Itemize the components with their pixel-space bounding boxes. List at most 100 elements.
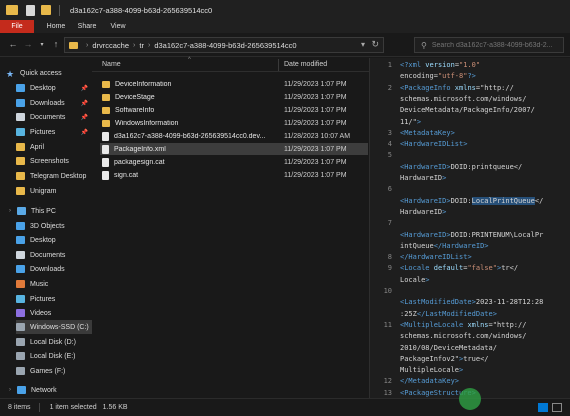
drive-icon [16,323,25,331]
properties-icon[interactable] [26,4,35,16]
3d-objects-icon [16,222,25,230]
sidebar-item-documents-pc[interactable]: Documents [16,248,92,262]
search-icon: ⚲ [421,40,427,50]
new-folder-icon[interactable] [41,5,51,15]
status-separator [38,403,40,412]
sidebar-item-label: Desktop [30,84,56,92]
column-date-modified[interactable]: Date modified [284,61,327,68]
sidebar-item-local-disk-e[interactable]: Local Disk (E:) [16,349,92,363]
file-date: 11/29/2023 1:07 PM [284,158,347,166]
sidebar-item-local-disk-d[interactable]: Local Disk (D:) [16,335,92,349]
tab-file[interactable]: File [0,20,34,33]
sidebar-item-network[interactable]: › Network [6,383,92,397]
code-line: HardwareID> [400,174,447,182]
tab-view[interactable]: View [104,20,132,33]
code-line: 2010/08/DeviceMetadata/ [400,343,497,352]
catalog-file-icon [102,170,109,180]
sidebar-item-quick-access[interactable]: ★ Quick access [6,66,92,80]
chevron-right-icon[interactable]: › [86,42,88,49]
chevron-right-icon[interactable]: › [133,42,135,49]
code-line: <Locale default="false">tr</ [400,264,519,273]
file-row[interactable]: WindowsInformation 11/29/2023 1:07 PM [100,117,368,129]
sidebar-item-pictures[interactable]: Pictures 📌 [16,125,92,139]
pictures-icon [16,295,25,303]
chevron-right-icon[interactable]: › [6,208,14,214]
file-row[interactable]: sign.cat 11/29/2023 1:07 PM [100,169,368,181]
line-number: 7 [387,219,392,228]
code-line: MultipleLocale> [400,366,464,375]
file-date: 11/29/2023 1:07 PM [284,106,347,114]
code-line: <?xml version="1.0" [400,61,481,69]
sidebar-item-desktop-pc[interactable]: Desktop [16,233,92,247]
breadcrumb-item[interactable]: tr [139,41,144,50]
breadcrumb[interactable]: › drvrccache › tr › d3a162c7-a388-4099-b… [64,37,384,53]
column-divider[interactable] [278,59,279,71]
code-line: 11/"> [400,117,422,126]
xml-file-icon [102,144,109,154]
item-count: 8 items [8,404,31,411]
file-row[interactable]: DeviceStage 11/29/2023 1:07 PM [100,91,368,103]
sidebar-item-documents[interactable]: Documents 📌 [16,110,92,124]
chevron-right-icon[interactable]: › [6,387,14,393]
sidebar-item-label: Quick access [20,69,62,77]
line-number: 10 [383,287,392,295]
file-name: packagesign.cat [114,158,165,166]
sidebar-item-label: Documents [30,113,66,121]
file-row[interactable]: packagesign.cat 11/29/2023 1:07 PM [100,156,368,168]
sidebar-item-downloads[interactable]: Downloads 📌 [16,96,92,110]
column-name[interactable]: Name [102,61,121,68]
file-row[interactable]: SoftwareInfo 11/29/2023 1:07 PM [100,104,368,116]
breadcrumb-item[interactable]: drvrccache [92,41,129,50]
code-line: <HardwareID>DOID:LocalPrintQueue</ [400,196,544,205]
folder-icon [102,80,110,88]
sidebar-item-label: Games (F:) [30,367,66,375]
documents-icon [16,251,25,259]
sidebar-item-unigram[interactable]: Unigram [16,184,92,198]
file-row[interactable]: d3a162c7-a388-4099-b63d-265639514cc0.dev… [100,130,368,142]
code-line: Locale> [400,275,430,284]
pc-icon [17,207,26,215]
details-view-icon[interactable] [538,403,548,412]
videos-icon [16,309,25,317]
title-bar: d3a162c7-a388-4099-b63d-265639514cc0 [0,0,570,20]
address-dropdown-icon[interactable]: ▾ [361,40,365,49]
file-row[interactable]: DeviceInformation 11/29/2023 1:07 PM [100,78,368,90]
search-input[interactable] [431,41,562,49]
code-line: PackageInfov2">true</ [400,354,489,363]
large-icons-view-icon[interactable] [552,403,562,412]
sidebar-item-videos[interactable]: Videos [16,306,92,320]
sidebar-item-april[interactable]: April [16,140,92,154]
file-date: 11/29/2023 1:07 PM [284,93,347,101]
sidebar-item-this-pc[interactable]: › This PC [6,204,92,218]
star-icon: ★ [6,69,15,79]
recent-locations-chevron-icon[interactable]: ▾ [36,41,48,48]
line-number: 12 [383,377,392,386]
tab-home[interactable]: Home [40,20,72,33]
refresh-icon[interactable]: ↻ [371,39,379,50]
sidebar-item-desktop[interactable]: Desktop 📌 [16,81,92,95]
file-name: DeviceStage [115,93,155,101]
navigation-pane: ★ Quick access Desktop 📌 Downloads 📌 Doc… [0,58,92,398]
title-separator [59,4,60,16]
chevron-right-icon[interactable]: › [148,42,150,49]
sidebar-item-windows-ssd[interactable]: Windows-SSD (C:) [16,320,92,334]
sidebar-item-3d-objects[interactable]: 3D Objects [16,219,92,233]
forward-arrow-icon[interactable]: → [22,39,34,49]
sidebar-item-pictures-pc[interactable]: Pictures [16,292,92,306]
up-arrow-icon[interactable]: ↑ [50,39,62,49]
breadcrumb-item[interactable]: d3a162c7-a388-4099-b63d-265639514cc0 [154,41,296,50]
sidebar-item-music[interactable]: Music [16,277,92,291]
back-arrow-icon[interactable]: ← [7,39,19,49]
file-row-selected[interactable]: PackageInfo.xml 11/29/2023 1:07 PM [100,143,368,155]
sidebar-item-label: Pictures [30,295,56,303]
preview-pane[interactable]: 1 <?xml version="1.0" encoding="utf-8"?> 2 <… [370,58,570,398]
folder-icon [16,172,25,180]
file-date: 11/29/2023 1:07 PM [284,119,347,127]
sidebar-item-downloads-pc[interactable]: Downloads [16,262,92,276]
search-box[interactable]: ⚲ [414,37,564,53]
sidebar-item-screenshots[interactable]: Screenshots [16,154,92,168]
tab-share[interactable]: Share [72,20,102,33]
sidebar-item-telegram-desktop[interactable]: Telegram Desktop [16,169,92,183]
sidebar-item-games-f[interactable]: Games (F:) [16,364,92,378]
pin-icon: 📌 [80,100,88,107]
